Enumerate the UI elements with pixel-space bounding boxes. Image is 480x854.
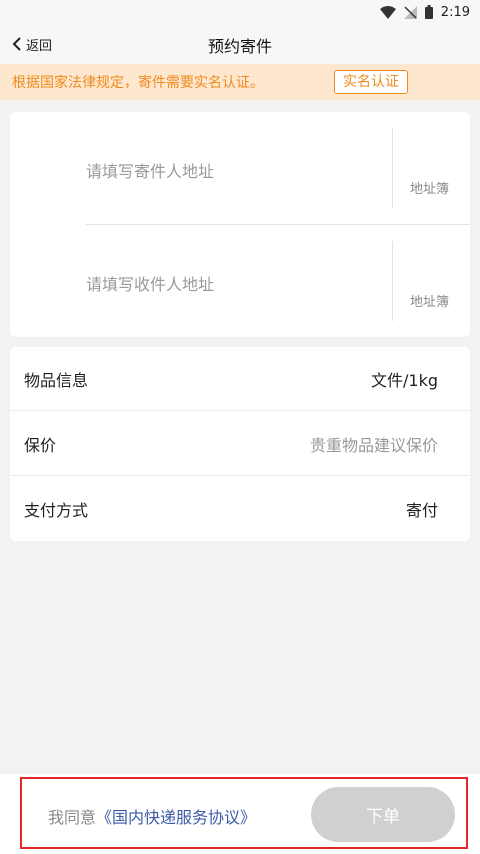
payment-method-value: 寄付 bbox=[405, 501, 438, 520]
receiver-address-row[interactable]: 请填写收件人地址 地址簿 bbox=[10, 225, 470, 337]
receiver-address-placeholder[interactable]: 请填写收件人地址 bbox=[86, 271, 214, 295]
payment-method-label: 支付方式 bbox=[24, 501, 89, 520]
real-name-notice: 根据国家法律规定，寄件需要实名认证。 实名认证 bbox=[0, 64, 480, 100]
address-card: 请填写寄件人地址 地址簿 请填写收件人地址 地址簿 bbox=[10, 112, 470, 337]
agreement-text: 我同意《国内快递服务协议》 bbox=[48, 804, 256, 828]
sender-address-row[interactable]: 请填写寄件人地址 地址簿 bbox=[10, 112, 470, 224]
insurance-value: 贵重物品建议保价 bbox=[309, 435, 438, 455]
insurance-label: 保价 bbox=[24, 435, 57, 455]
item-info-row[interactable]: 物品信息 文件/1kg bbox=[10, 347, 470, 411]
payment-method-row[interactable]: 支付方式 寄付 bbox=[10, 477, 470, 541]
sender-address-placeholder[interactable]: 请填写寄件人地址 bbox=[86, 158, 214, 182]
divider bbox=[392, 128, 393, 208]
agreement-link[interactable]: 《国内快递服务协议》 bbox=[96, 808, 256, 827]
header: 返回 预约寄件 bbox=[0, 24, 480, 64]
wifi-icon bbox=[379, 5, 396, 19]
divider bbox=[392, 241, 393, 321]
place-order-button[interactable]: 下单 bbox=[311, 787, 455, 842]
real-name-auth-button[interactable]: 实名认证 bbox=[334, 70, 408, 94]
item-info-label: 物品信息 bbox=[24, 370, 89, 390]
page-title: 预约寄件 bbox=[207, 37, 272, 56]
item-info-value: 文件/1kg bbox=[371, 370, 438, 390]
signal-icon bbox=[403, 5, 417, 19]
agreement-prefix: 我同意 bbox=[48, 808, 97, 827]
insurance-row[interactable]: 保价 贵重物品建议保价 bbox=[10, 412, 470, 476]
status-time: 2:19 bbox=[440, 4, 470, 20]
sender-address-book-button[interactable]: 地址簿 bbox=[410, 178, 449, 197]
receiver-address-book-button[interactable]: 地址簿 bbox=[410, 291, 449, 310]
shipment-info-card: 物品信息 文件/1kg 保价 贵重物品建议保价 支付方式 寄付 bbox=[10, 347, 470, 541]
status-bar: 2:19 bbox=[0, 0, 480, 24]
battery-icon bbox=[424, 5, 433, 19]
notice-text: 根据国家法律规定，寄件需要实名认证。 bbox=[12, 75, 264, 91]
